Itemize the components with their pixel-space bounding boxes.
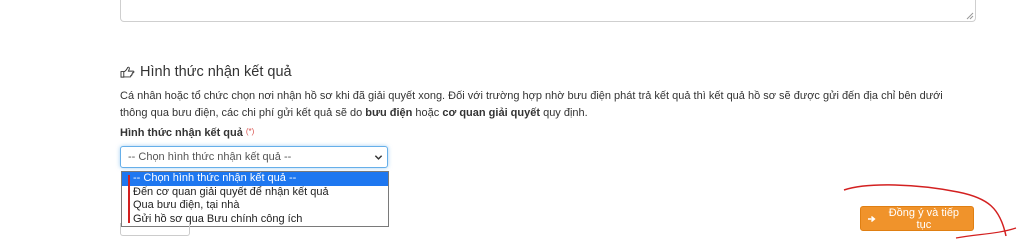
notes-textarea[interactable] — [120, 0, 976, 22]
select-value: -- Chọn hình thức nhận kết quả -- — [128, 151, 292, 163]
red-annotation-scribble — [843, 184, 1017, 239]
dropdown-option[interactable]: Qua bưu điện, tại nhà — [122, 199, 388, 213]
section-title: Hình thức nhận kết quả — [140, 64, 292, 80]
result-method-dropdown: -- Chọn hình thức nhận kết quả -- Đến cơ… — [121, 171, 389, 227]
field-label-text: Hình thức nhận kết quả — [120, 127, 243, 139]
description-bold-post: bưu điện — [365, 107, 413, 119]
description-text: quy định. — [540, 107, 588, 119]
section-description: Cá nhân hoặc tổ chức chọn nơi nhận hồ sơ… — [120, 88, 970, 122]
dropdown-option[interactable]: -- Chọn hình thức nhận kết quả -- — [122, 172, 388, 186]
description-text: hoặc — [412, 107, 443, 119]
result-method-select[interactable]: -- Chọn hình thức nhận kết quả -- — [120, 146, 388, 168]
section-heading: Hình thức nhận kết quả — [120, 64, 292, 80]
resize-grip-icon[interactable] — [966, 12, 974, 20]
hand-pointing-right-icon — [120, 66, 135, 78]
dropdown-option[interactable]: Đến cơ quan giải quyết để nhận kết quả — [122, 186, 388, 200]
description-bold-agency: cơ quan giải quyết — [442, 107, 541, 119]
result-method-label: Hình thức nhận kết quả (*) — [120, 127, 254, 139]
required-mark: (*) — [245, 127, 255, 136]
partially-hidden-button[interactable] — [120, 223, 190, 236]
annotation-marker — [128, 175, 130, 223]
chevron-down-icon — [374, 155, 383, 160]
